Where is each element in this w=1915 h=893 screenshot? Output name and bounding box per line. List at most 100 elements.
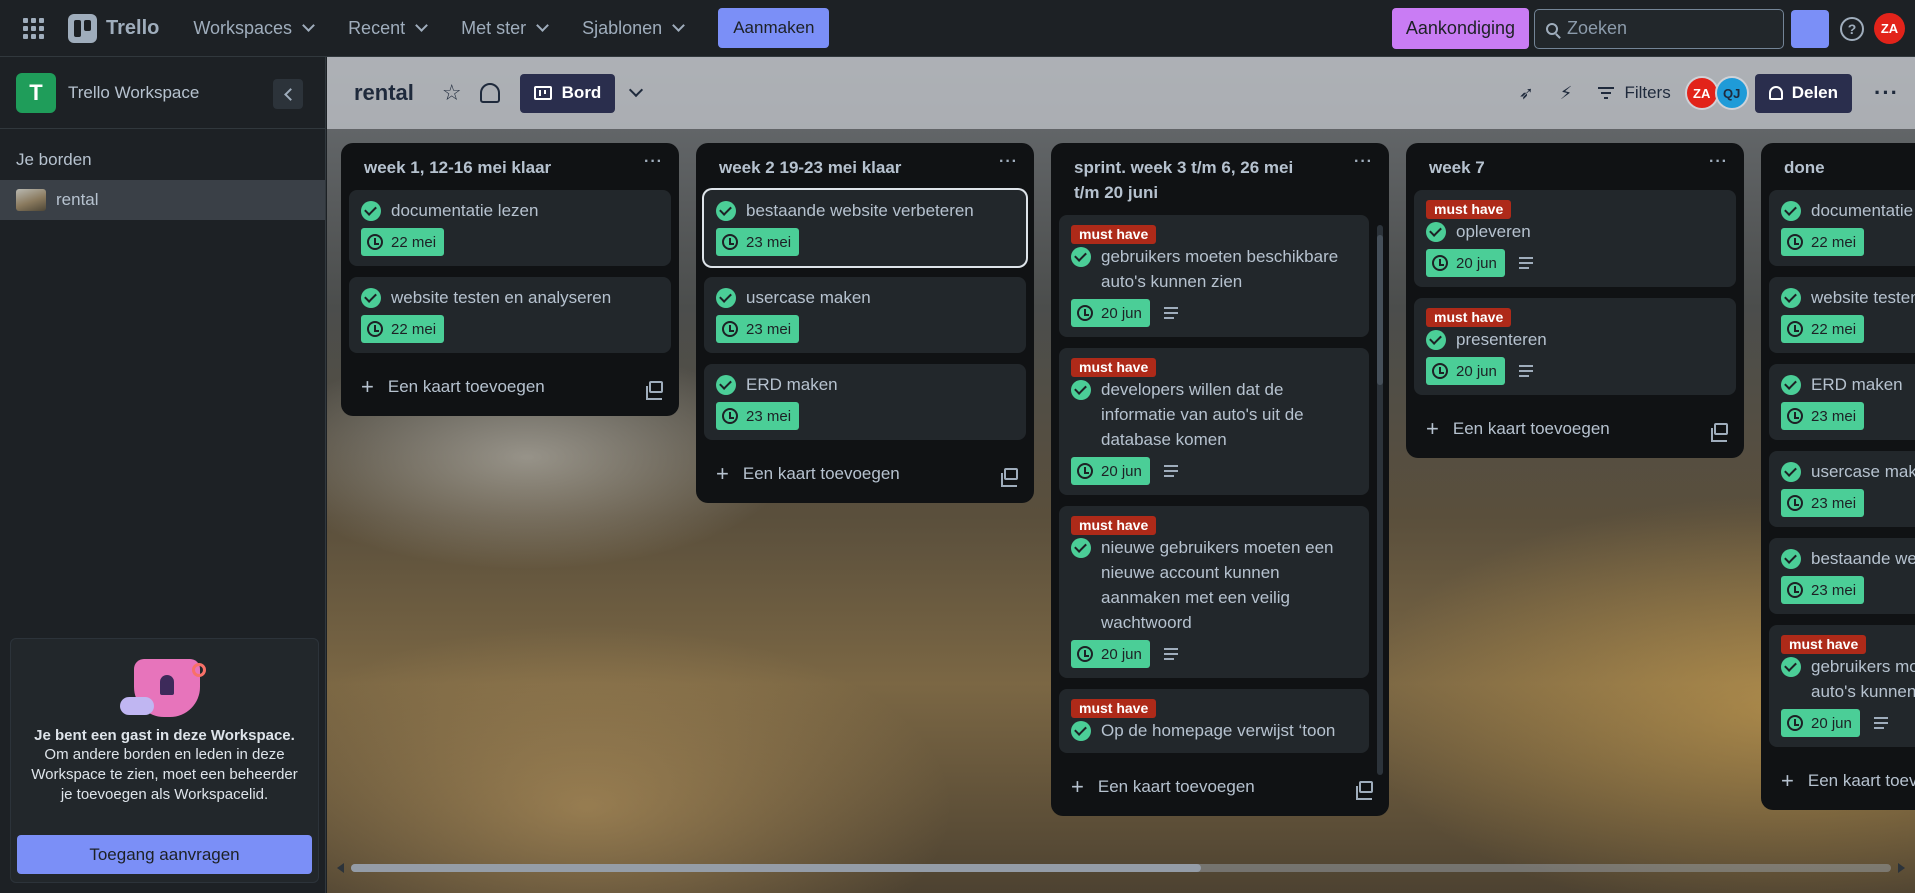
due-date-badge[interactable]: 20 jun [1781, 709, 1860, 737]
due-date-badge[interactable]: 22 mei [1781, 228, 1865, 256]
list-title[interactable]: week 2 19-23 mei klaar [719, 155, 901, 180]
star-icon[interactable]: ☆ [442, 80, 462, 106]
complete-check-icon[interactable] [1781, 657, 1801, 677]
list-title[interactable]: week 7 [1429, 155, 1485, 180]
request-access-button[interactable]: Toegang aanvragen [17, 835, 312, 874]
card[interactable]: must have gebruikers moeten beschikbare … [1769, 625, 1915, 747]
due-date-badge[interactable]: 22 mei [361, 228, 445, 256]
view-switcher-button[interactable]: Bord [519, 73, 616, 113]
filters-button[interactable]: Filters [1598, 83, 1671, 103]
list-menu-icon[interactable]: ··· [1709, 153, 1728, 171]
add-card-button[interactable]: + Een kaart toevoegen [704, 451, 1026, 503]
complete-check-icon[interactable] [716, 375, 736, 395]
list-menu-icon[interactable]: ··· [999, 153, 1018, 171]
card[interactable]: ERD maken 23 mei [1769, 364, 1915, 440]
list-title[interactable]: done [1784, 155, 1825, 180]
announcement-button[interactable]: Aankondiging [1391, 8, 1529, 49]
scrollbar-thumb[interactable] [351, 864, 1201, 872]
help-icon[interactable]: ? [1840, 16, 1864, 41]
trello-logo[interactable]: Trello [68, 13, 159, 43]
member-avatar[interactable]: QJ [1714, 76, 1749, 110]
due-date-badge[interactable]: 20 jun [1426, 249, 1505, 277]
board-title[interactable]: rental [354, 80, 414, 106]
list-menu-icon[interactable]: ··· [644, 153, 663, 171]
complete-check-icon[interactable] [716, 201, 736, 221]
card[interactable]: bestaande website verbeteren 23 mei [704, 190, 1026, 266]
card[interactable]: must have nieuwe gebruikers moeten een n… [1059, 506, 1369, 678]
due-date-badge[interactable]: 20 jun [1071, 299, 1150, 327]
create-button[interactable]: Aanmaken [718, 8, 830, 48]
card[interactable]: website testen en analyseren 22 mei [349, 277, 671, 353]
complete-check-icon[interactable] [361, 201, 381, 221]
card[interactable]: must have developers willen dat de infor… [1059, 348, 1369, 495]
add-card-button[interactable]: + Een kaart toevoegen [349, 364, 671, 416]
list-scrollbar[interactable] [1377, 225, 1383, 775]
list-menu-icon[interactable]: ··· [1354, 153, 1373, 171]
card[interactable]: bestaande website verbeteren 23 mei [1769, 538, 1915, 614]
workspace-name[interactable]: Trello Workspace [68, 83, 199, 103]
card-label[interactable]: must have [1071, 699, 1157, 718]
due-date-badge[interactable]: 20 jun [1071, 640, 1150, 668]
card[interactable]: documentatie lezen 22 mei [349, 190, 671, 266]
due-date-badge[interactable]: 22 mei [1781, 315, 1865, 343]
search-box[interactable] [1534, 8, 1784, 49]
due-date-badge[interactable]: 23 mei [716, 402, 800, 430]
due-date-badge[interactable]: 23 mei [1781, 402, 1865, 430]
add-card-button[interactable]: + Een kaart toevoegen [1769, 758, 1915, 810]
sidebar-board-rental[interactable]: rental [0, 180, 325, 220]
card-label[interactable]: must have [1071, 358, 1157, 377]
template-icon[interactable] [646, 381, 663, 400]
complete-check-icon[interactable] [1781, 201, 1801, 221]
more-options-icon[interactable]: ··· [1874, 80, 1899, 106]
member-avatar[interactable]: ZA [1684, 76, 1719, 110]
scroll-right-arrow-icon[interactable] [1898, 863, 1905, 873]
scroll-left-arrow-icon[interactable] [337, 863, 344, 873]
complete-check-icon[interactable] [1071, 538, 1091, 558]
due-date-badge[interactable]: 23 mei [716, 315, 800, 343]
chevron-down-icon[interactable] [629, 82, 644, 98]
card[interactable]: usercase maken 23 mei [704, 277, 1026, 353]
complete-check-icon[interactable] [716, 288, 736, 308]
template-icon[interactable] [1711, 423, 1728, 442]
add-card-button[interactable]: + Een kaart toevoegen [1414, 406, 1736, 458]
complete-check-icon[interactable] [1071, 380, 1091, 400]
card[interactable]: ERD maken 23 mei [704, 364, 1026, 440]
share-button[interactable]: Delen [1754, 73, 1853, 113]
card-label[interactable]: must have [1071, 225, 1157, 244]
due-date-badge[interactable]: 23 mei [1781, 576, 1865, 604]
account-avatar[interactable]: ZA [1874, 13, 1905, 44]
list-title[interactable]: week 1, 12-16 mei klaar [364, 155, 551, 180]
menu-workspaces[interactable]: Workspaces [189, 12, 317, 45]
card-label[interactable]: must have [1781, 635, 1867, 654]
complete-check-icon[interactable] [1781, 288, 1801, 308]
menu-recent[interactable]: Recent [344, 12, 430, 45]
complete-check-icon[interactable] [1071, 721, 1091, 741]
card[interactable]: must have Op de homepage verwijst ‘toon [1059, 689, 1369, 753]
add-card-button[interactable]: + Een kaart toevoegen [1059, 764, 1381, 816]
search-input[interactable] [1567, 18, 1767, 39]
complete-check-icon[interactable] [1781, 549, 1801, 569]
due-date-badge[interactable]: 22 mei [361, 315, 445, 343]
rocket-icon[interactable]: ➶ [1519, 83, 1534, 104]
due-date-badge[interactable]: 23 mei [1781, 489, 1865, 517]
due-date-badge[interactable]: 20 jun [1071, 457, 1150, 485]
card-label[interactable]: must have [1426, 308, 1512, 327]
menu-templates[interactable]: Sjablonen [578, 12, 687, 45]
notifications-bell-icon[interactable] [1791, 9, 1829, 48]
visibility-icon[interactable] [479, 83, 500, 103]
complete-check-icon[interactable] [361, 288, 381, 308]
card[interactable]: must have presenteren 20 jun [1414, 298, 1736, 395]
card-label[interactable]: must have [1426, 200, 1512, 219]
template-icon[interactable] [1356, 781, 1373, 800]
menu-starred[interactable]: Met ster [457, 12, 551, 45]
board-horizontal-scrollbar[interactable] [337, 861, 1905, 875]
card-scroll-area[interactable]: must have gebruikers moeten beschikbare … [1059, 215, 1381, 764]
card[interactable]: website testen en analyseren 22 mei [1769, 277, 1915, 353]
card[interactable]: must have opleveren 20 jun [1414, 190, 1736, 287]
due-date-badge[interactable]: 23 mei [716, 228, 800, 256]
due-date-badge[interactable]: 20 jun [1426, 357, 1505, 385]
card[interactable]: must have gebruikers moeten beschikbare … [1059, 215, 1369, 337]
card-label[interactable]: must have [1071, 516, 1157, 535]
automation-lightning-icon[interactable]: ⚡ [1560, 83, 1573, 104]
complete-check-icon[interactable] [1781, 375, 1801, 395]
